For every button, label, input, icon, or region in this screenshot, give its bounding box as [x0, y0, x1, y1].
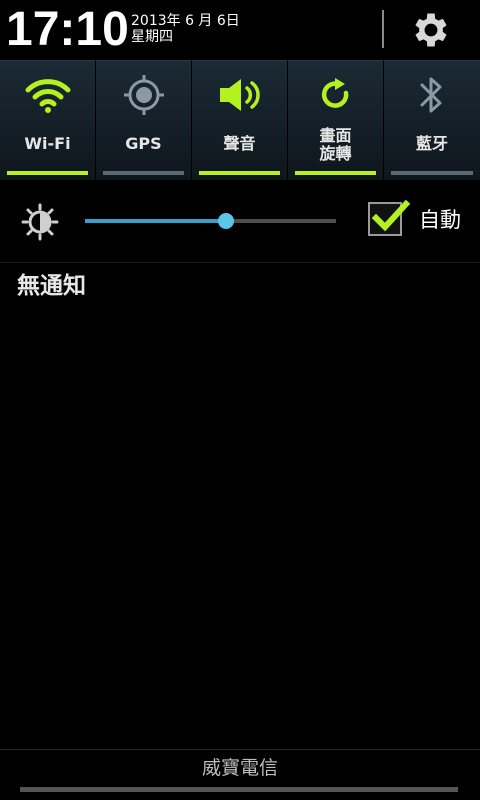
toggle-label-line: 畫面	[319, 126, 352, 145]
auto-brightness-label: 自動	[419, 208, 461, 232]
toggle-indicator	[199, 171, 280, 175]
toggle-sound[interactable]: 聲音	[192, 60, 287, 180]
toggle-indicator	[7, 171, 88, 175]
toggle-indicator	[295, 171, 376, 175]
brightness-icon	[21, 203, 59, 241]
empty-notifications-text: 無通知	[17, 273, 86, 299]
quick-toggles: Wi-Fi GPS 聲音 畫面 旋轉 藍牙	[0, 60, 480, 180]
toggle-rotate[interactable]: 畫面 旋轉	[288, 60, 383, 180]
toggle-wifi[interactable]: Wi-Fi	[0, 60, 95, 180]
toggle-indicator	[103, 171, 184, 175]
wifi-icon	[25, 79, 70, 113]
toggle-label: GPS	[125, 134, 162, 153]
toggle-gps[interactable]: GPS	[96, 60, 191, 180]
date-display: 2013年 6 月 6日 星期四	[131, 13, 240, 45]
panel-drag-handle[interactable]	[20, 787, 458, 792]
rotate-icon	[321, 78, 348, 108]
settings-button[interactable]	[405, 6, 457, 54]
status-header: 17:10 2013年 6 月 6日 星期四	[0, 0, 480, 60]
date-line: 2013年 6 月 6日	[131, 13, 240, 29]
toggle-label: 畫面 旋轉	[288, 127, 383, 163]
gear-icon	[415, 13, 447, 47]
toggle-label: Wi-Fi	[24, 134, 71, 153]
clock-time: 17:10	[6, 3, 129, 56]
header-divider	[382, 10, 384, 48]
slider-thumb[interactable]	[217, 213, 234, 229]
speaker-icon	[219, 79, 260, 111]
checkmark-icon	[371, 199, 411, 232]
weekday-line: 星期四	[131, 29, 173, 45]
brightness-slider[interactable]	[85, 213, 336, 229]
footer-divider	[0, 749, 480, 750]
toggle-label: 聲音	[223, 134, 256, 153]
auto-brightness-checkbox[interactable]	[368, 199, 411, 236]
gps-icon	[123, 75, 164, 115]
carrier-name: 威寶電信	[201, 757, 278, 779]
toggle-label-line: 旋轉	[319, 144, 352, 163]
toggle-bluetooth[interactable]: 藍牙	[384, 60, 480, 180]
toggle-indicator	[391, 171, 473, 175]
bluetooth-icon	[420, 77, 442, 113]
slider-fill	[85, 219, 226, 223]
toggle-label: 藍牙	[415, 134, 448, 153]
